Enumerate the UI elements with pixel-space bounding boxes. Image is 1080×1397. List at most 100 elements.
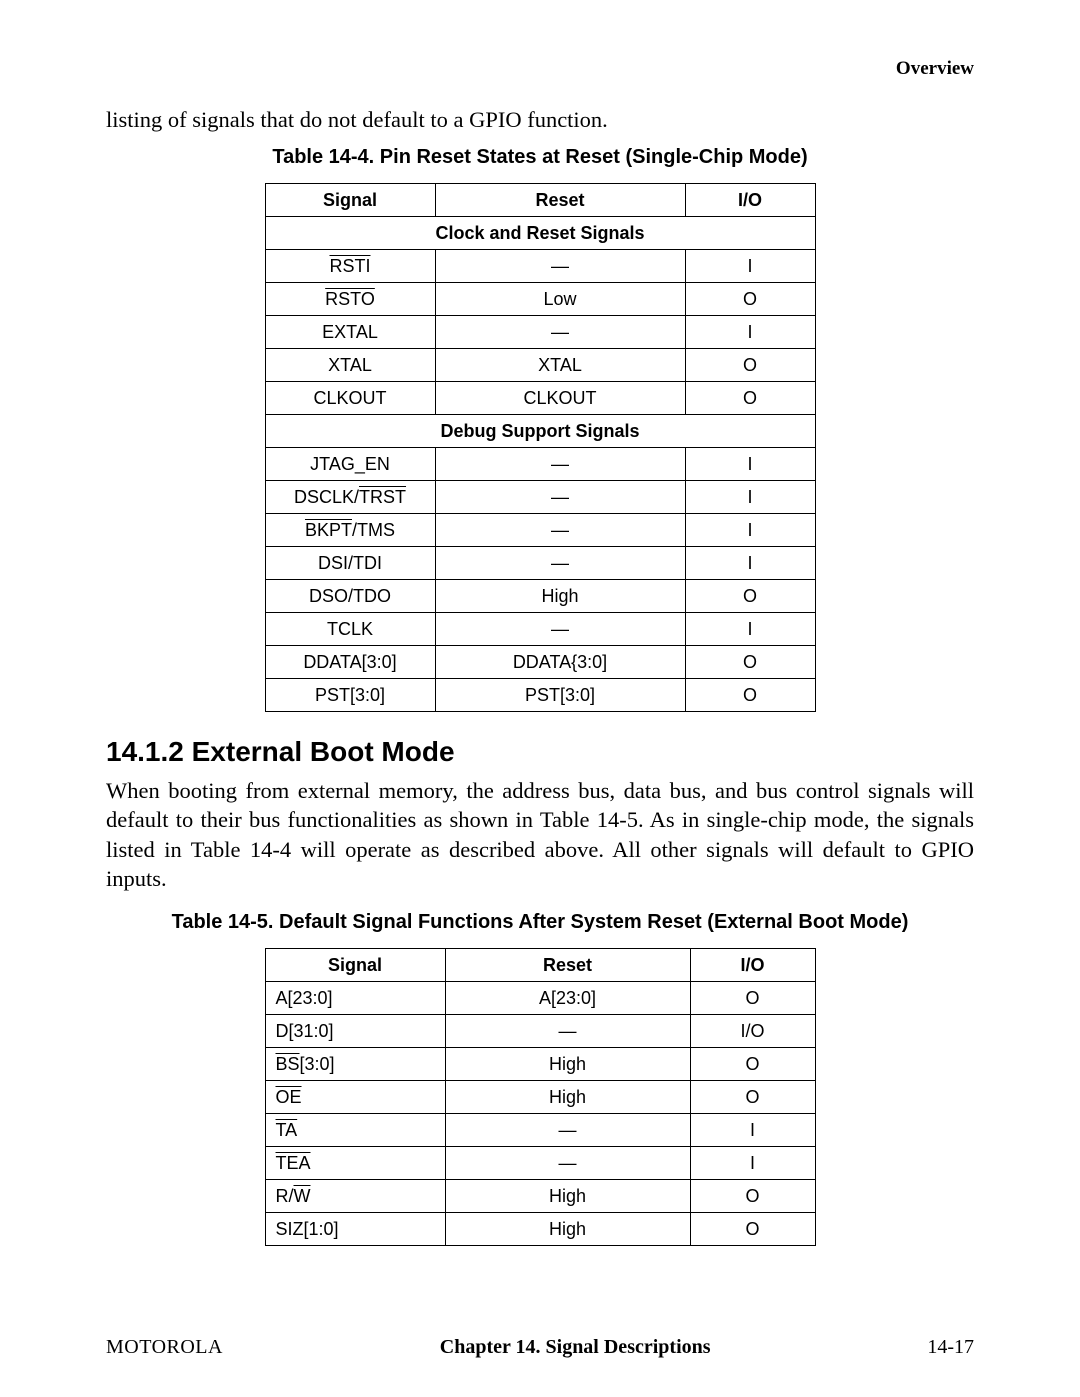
cell-signal: JTAG_EN: [265, 448, 435, 481]
footer-page-number: 14-17: [927, 1336, 974, 1359]
table-section-row: Debug Support Signals: [265, 415, 815, 448]
cell-io: O: [685, 349, 815, 382]
cell-io: I/O: [690, 1015, 815, 1048]
table-row: PST[3:0]PST[3:0]O: [265, 679, 815, 712]
cell-signal: DSO/TDO: [265, 580, 435, 613]
table-row: R/WHighO: [265, 1180, 815, 1213]
cell-reset: Low: [435, 283, 685, 316]
table-row: DSI/TDI—I: [265, 547, 815, 580]
cell-signal: SIZ[1:0]: [265, 1213, 445, 1246]
cell-signal: PST[3:0]: [265, 679, 435, 712]
col-header-io: I/O: [685, 184, 815, 217]
cell-io: I: [690, 1147, 815, 1180]
table-row: XTALXTALO: [265, 349, 815, 382]
footer-chapter: Chapter 14. Signal Descriptions: [440, 1336, 711, 1359]
cell-io: I: [685, 250, 815, 283]
cell-reset: —: [435, 448, 685, 481]
cell-signal: RSTI: [265, 250, 435, 283]
col-header-reset: Reset: [445, 949, 690, 982]
section-heading: 14.1.2 External Boot Mode: [106, 736, 974, 768]
cell-reset: A[23:0]: [445, 982, 690, 1015]
cell-signal: R/W: [265, 1180, 445, 1213]
cell-io: O: [690, 982, 815, 1015]
table-section-label: Debug Support Signals: [265, 415, 815, 448]
table-row: TCLK—I: [265, 613, 815, 646]
table-row: D[31:0]—I/O: [265, 1015, 815, 1048]
col-header-io: I/O: [690, 949, 815, 982]
col-header-signal: Signal: [265, 949, 445, 982]
cell-io: O: [690, 1213, 815, 1246]
table-row: CLKOUTCLKOUTO: [265, 382, 815, 415]
cell-signal: DDATA[3:0]: [265, 646, 435, 679]
cell-io: O: [685, 646, 815, 679]
table-row: DSCLK/TRST—I: [265, 481, 815, 514]
cell-signal: DSCLK/TRST: [265, 481, 435, 514]
intro-paragraph: listing of signals that do not default t…: [106, 106, 974, 134]
cell-io: I: [685, 316, 815, 349]
cell-io: O: [685, 679, 815, 712]
table-row: DDATA[3:0]DDATA{3:0]O: [265, 646, 815, 679]
cell-reset: High: [445, 1213, 690, 1246]
cell-reset: —: [435, 481, 685, 514]
cell-signal: CLKOUT: [265, 382, 435, 415]
cell-signal: A[23:0]: [265, 982, 445, 1015]
cell-signal: XTAL: [265, 349, 435, 382]
cell-signal: DSI/TDI: [265, 547, 435, 580]
cell-io: I: [690, 1114, 815, 1147]
table-row: JTAG_EN—I: [265, 448, 815, 481]
cell-signal: BKPT/TMS: [265, 514, 435, 547]
cell-reset: High: [445, 1048, 690, 1081]
cell-reset: High: [445, 1081, 690, 1114]
cell-io: I: [685, 514, 815, 547]
cell-signal: OE: [265, 1081, 445, 1114]
cell-io: I: [685, 448, 815, 481]
cell-signal: TEA: [265, 1147, 445, 1180]
table-row: BKPT/TMS—I: [265, 514, 815, 547]
cell-signal: TA: [265, 1114, 445, 1147]
table-header-row: Signal Reset I/O: [265, 949, 815, 982]
table-row: SIZ[1:0]HighO: [265, 1213, 815, 1246]
cell-signal: EXTAL: [265, 316, 435, 349]
col-header-reset: Reset: [435, 184, 685, 217]
cell-signal: D[31:0]: [265, 1015, 445, 1048]
cell-reset: High: [445, 1180, 690, 1213]
cell-reset: —: [435, 613, 685, 646]
cell-io: O: [685, 580, 815, 613]
cell-io: O: [690, 1048, 815, 1081]
cell-reset: —: [435, 316, 685, 349]
cell-reset: XTAL: [435, 349, 685, 382]
cell-signal: BS[3:0]: [265, 1048, 445, 1081]
cell-reset: High: [435, 580, 685, 613]
cell-io: I: [685, 613, 815, 646]
cell-signal: TCLK: [265, 613, 435, 646]
section-paragraph: When booting from external memory, the a…: [106, 776, 974, 893]
table-row: TA—I: [265, 1114, 815, 1147]
table-row: BS[3:0]HighO: [265, 1048, 815, 1081]
cell-io: O: [690, 1081, 815, 1114]
cell-reset: PST[3:0]: [435, 679, 685, 712]
cell-reset: —: [435, 547, 685, 580]
table-row: A[23:0]A[23:0]O: [265, 982, 815, 1015]
table-row: EXTAL—I: [265, 316, 815, 349]
cell-reset: —: [445, 1114, 690, 1147]
table-14-4-title: Table 14-4. Pin Reset States at Reset (S…: [106, 144, 974, 171]
table-14-5-title: Table 14-5. Default Signal Functions Aft…: [106, 909, 974, 936]
cell-reset: —: [445, 1015, 690, 1048]
col-header-signal: Signal: [265, 184, 435, 217]
running-header: Overview: [106, 58, 974, 80]
table-section-row: Clock and Reset Signals: [265, 217, 815, 250]
table-section-label: Clock and Reset Signals: [265, 217, 815, 250]
table-14-5: Signal Reset I/O A[23:0]A[23:0]OD[31:0]—…: [265, 948, 816, 1246]
cell-reset: DDATA{3:0]: [435, 646, 685, 679]
cell-signal: RSTO: [265, 283, 435, 316]
cell-io: O: [685, 382, 815, 415]
cell-io: O: [690, 1180, 815, 1213]
cell-io: I: [685, 481, 815, 514]
cell-reset: —: [435, 514, 685, 547]
table-row: DSO/TDOHighO: [265, 580, 815, 613]
cell-io: O: [685, 283, 815, 316]
table-header-row: Signal Reset I/O: [265, 184, 815, 217]
page-footer: MOTOROLA Chapter 14. Signal Descriptions…: [106, 1336, 974, 1359]
table-14-4: Signal Reset I/O Clock and Reset Signals…: [265, 183, 816, 712]
table-row: OEHighO: [265, 1081, 815, 1114]
